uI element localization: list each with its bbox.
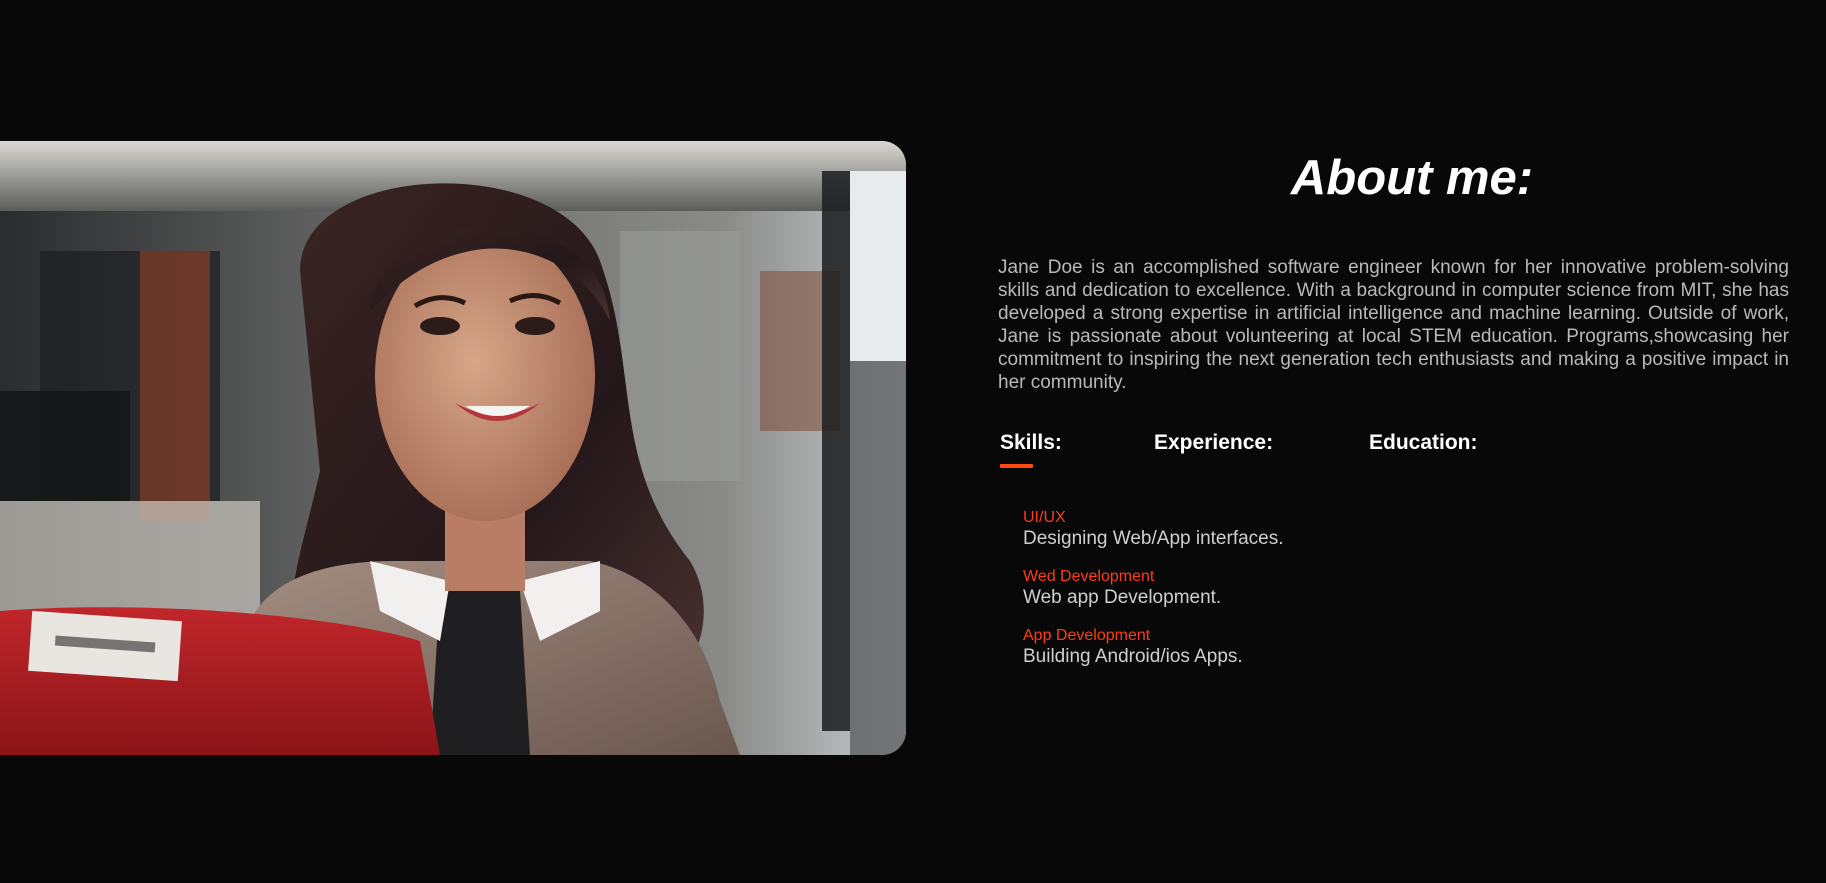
list-item: App Development Building Android/ios App…: [1023, 626, 1523, 685]
bio-paragraph: Jane Doe is an accomplished software eng…: [998, 257, 1789, 393]
page-title: About me:: [1290, 151, 1534, 205]
tab-education[interactable]: Education:: [1369, 430, 1478, 456]
tab-experience[interactable]: Experience:: [1154, 430, 1273, 456]
about-section: About me: Jane Doe is an accomplished so…: [0, 0, 1826, 883]
tab-skills[interactable]: Skills:: [1000, 430, 1062, 456]
skills-list: UI/UX Designing Web/App interfaces. Wed …: [1023, 508, 1523, 685]
skill-name: Wed Development: [1023, 568, 1155, 585]
skill-name: App Development: [1023, 627, 1151, 644]
skill-description: Building Android/ios Apps.: [1023, 646, 1243, 667]
profile-photo: [0, 141, 906, 755]
list-item: Wed Development Web app Development.: [1023, 567, 1523, 626]
list-item: UI/UX Designing Web/App interfaces.: [1023, 508, 1523, 567]
active-tab-indicator: [1000, 464, 1033, 468]
skill-name: UI/UX: [1023, 509, 1066, 526]
skill-description: Designing Web/App interfaces.: [1023, 528, 1284, 549]
skill-description: Web app Development.: [1023, 587, 1222, 608]
